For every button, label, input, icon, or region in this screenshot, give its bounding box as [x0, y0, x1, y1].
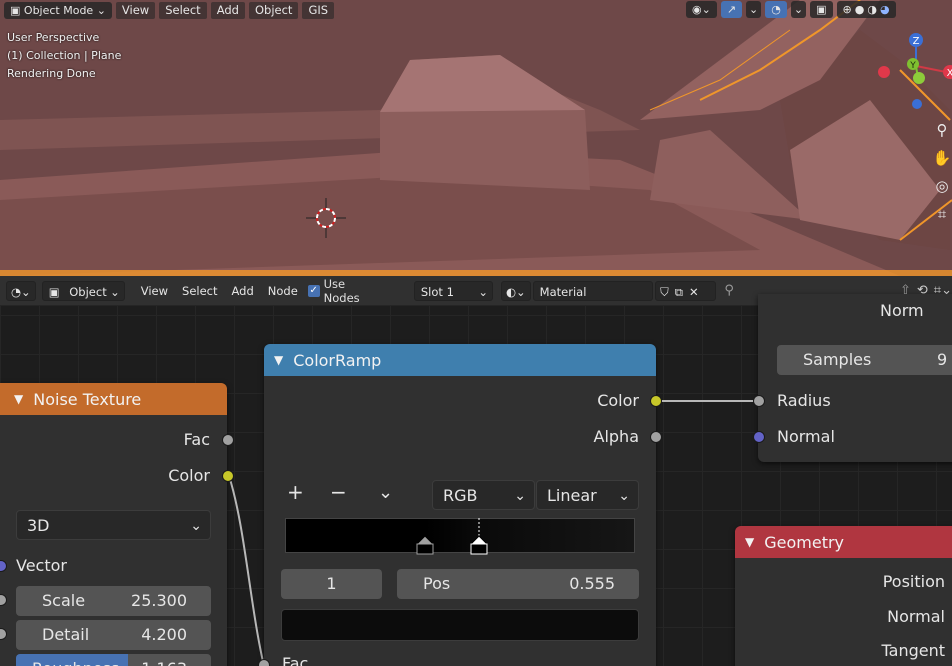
color-stops	[415, 518, 489, 555]
gizmo-z-label: Z	[913, 36, 920, 47]
output-normal-label: Normal	[887, 607, 945, 626]
dimensions-value: 3D	[27, 516, 50, 535]
color-mode-value: RGB	[443, 486, 478, 505]
position-value: 0.555	[569, 574, 615, 593]
samples-label: Samples	[803, 350, 872, 369]
roughness-label: Roughness	[32, 654, 119, 666]
gizmo-y-label: Y	[909, 61, 916, 71]
chevron-down-icon[interactable]: ⌄	[378, 482, 393, 503]
interpolation-value: Linear	[547, 486, 597, 505]
xray-toggle-icon[interactable]: ▣	[810, 1, 833, 18]
collapse-triangle-icon[interactable]: ▼	[745, 535, 754, 549]
chevron-down-icon: ⌄	[96, 3, 106, 17]
scale-field[interactable]: Scale 25.300	[16, 586, 211, 616]
chevron-down-icon[interactable]: ⌄	[790, 1, 807, 18]
node-title: Noise Texture	[33, 389, 142, 409]
position-label: Pos	[423, 574, 451, 593]
gizmo-x-label: X	[947, 68, 952, 79]
chevron-down-icon: ⌄	[190, 518, 202, 534]
input-vector-label: Vector	[16, 556, 67, 575]
colorramp-header[interactable]: ▼ ColorRamp	[264, 344, 656, 376]
geometry-header[interactable]: ▼ Geometry	[735, 526, 952, 558]
node-title: ColorRamp	[293, 350, 382, 370]
shader-node-editor[interactable]: ◔⌄ ▣ Object ⌄ View Select Add Node ✓ Use…	[0, 276, 952, 666]
grid-perspective-icon[interactable]: ⌗	[932, 200, 952, 228]
output-alpha-label: Alpha	[593, 427, 640, 446]
roughness-value: 1.163	[141, 654, 187, 666]
solid-shading-icon[interactable]: ●	[855, 1, 865, 18]
output-tangent-label: Tangent	[881, 641, 945, 660]
remove-stop-icon[interactable]: −	[330, 480, 347, 504]
pan-hand-icon[interactable]: ✋	[932, 144, 952, 172]
viewport-info-collection: (1) Collection | Plane	[7, 49, 122, 62]
partial-normal-label: Norm	[880, 301, 924, 320]
color-stop-0[interactable]	[415, 535, 435, 555]
camera-icon[interactable]: ◎	[932, 172, 952, 200]
output-color-socket[interactable]	[222, 470, 234, 482]
output-position-label: Position	[882, 572, 945, 591]
interpolation-dropdown[interactable]: Linear ⌄	[536, 480, 639, 510]
scale-label: Scale	[42, 591, 86, 610]
output-color-label: Color	[597, 391, 639, 410]
samples-value: 9	[937, 350, 948, 369]
output-fac-label: Fac	[183, 430, 210, 449]
menu-gis[interactable]: GIS	[302, 1, 335, 19]
output-fac-socket[interactable]	[222, 434, 234, 446]
collapse-triangle-icon[interactable]: ▼	[14, 392, 23, 406]
object-mode-icon: ▣	[10, 3, 21, 17]
output-color-label: Color	[168, 466, 210, 485]
menu-object[interactable]: Object	[248, 1, 299, 19]
chevron-down-icon: ⌄	[514, 488, 526, 504]
menu-view[interactable]: View	[115, 1, 156, 19]
input-normal-socket[interactable]	[753, 431, 765, 443]
detail-field[interactable]: Detail 4.200	[16, 620, 211, 650]
navigation-gizmo[interactable]: Z Y X	[872, 28, 952, 118]
noise-texture-header[interactable]: ▼ Noise Texture	[0, 383, 227, 415]
dimensions-dropdown[interactable]: 3D ⌄	[16, 510, 211, 540]
input-fac-socket[interactable]	[258, 659, 270, 666]
roughness-field[interactable]: Roughness 1.163	[16, 654, 211, 666]
chevron-down-icon[interactable]: ⌄	[746, 1, 762, 18]
stop-index-field[interactable]: 1	[281, 569, 382, 599]
viewport-info-status: Rendering Done	[7, 67, 96, 80]
3d-viewport[interactable]: ▣ Object Mode ⌄ View Select Add Object G…	[0, 0, 952, 276]
link-color-to-fac	[228, 475, 265, 666]
input-radius-label: Radius	[777, 391, 831, 410]
mode-label: Object Mode	[23, 3, 94, 17]
overlay-toggle-icon[interactable]: ◔	[765, 1, 787, 18]
gizmo-toggle-icon[interactable]: ↗	[720, 1, 743, 18]
viewport-header-right: ◉⌄ ↗ ⌄ ◔ ⌄ ▣ ⊕ ● ◑ ◕	[686, 1, 896, 18]
detail-label: Detail	[42, 625, 90, 644]
menu-select[interactable]: Select	[159, 1, 207, 19]
wireframe-shading-icon[interactable]: ⊕	[843, 1, 852, 18]
collapse-triangle-icon[interactable]: ▼	[274, 353, 283, 367]
add-stop-icon[interactable]: +	[287, 480, 304, 504]
mode-selector[interactable]: ▣ Object Mode ⌄	[4, 1, 112, 19]
chevron-down-icon: ⌄	[618, 488, 630, 504]
input-fac-label: Fac	[282, 654, 309, 666]
input-normal-label: Normal	[777, 427, 835, 446]
viewport-info-perspective: User Perspective	[7, 31, 100, 44]
zoom-icon[interactable]: ⚲	[932, 116, 952, 144]
scene-render	[0, 0, 952, 276]
navigation-tools: ⚲ ✋ ◎ ⌗	[932, 116, 952, 228]
stop-color-swatch[interactable]	[281, 609, 639, 641]
detail-value: 4.200	[141, 625, 187, 644]
color-stop-1-selected[interactable]	[469, 535, 489, 555]
rendered-shading-icon[interactable]: ◕	[880, 1, 890, 18]
scale-value: 25.300	[131, 591, 187, 610]
input-radius-socket[interactable]	[753, 395, 765, 407]
position-field[interactable]: Pos 0.555	[397, 569, 639, 599]
output-color-socket[interactable]	[650, 395, 662, 407]
output-alpha-socket[interactable]	[650, 431, 662, 443]
node-title: Geometry	[764, 532, 845, 552]
shading-buttons: ⊕ ● ◑ ◕	[836, 1, 896, 18]
material-shading-icon[interactable]: ◑	[867, 1, 877, 18]
samples-field[interactable]: Samples 9	[777, 345, 952, 375]
visibility-icon[interactable]: ◉⌄	[686, 1, 717, 18]
menu-add[interactable]: Add	[210, 1, 245, 19]
color-mode-dropdown[interactable]: RGB ⌄	[432, 480, 535, 510]
